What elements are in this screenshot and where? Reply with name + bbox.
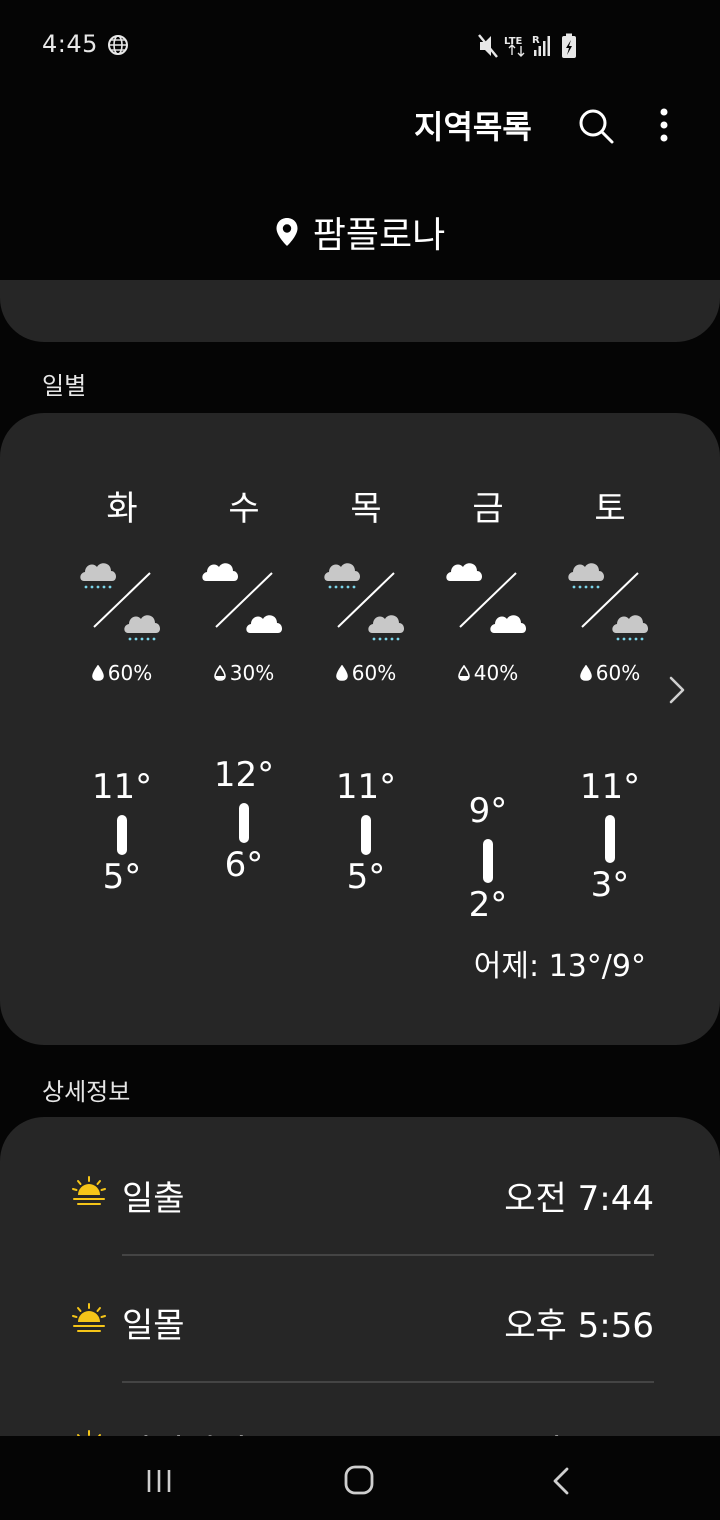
day-column[interactable]: 화 60% 11° 5° xyxy=(62,413,182,1045)
detail-label: 일출 xyxy=(122,1179,185,1219)
back-icon[interactable] xyxy=(550,1466,572,1496)
divider xyxy=(122,1381,654,1383)
more-vertical-icon[interactable] xyxy=(648,104,680,148)
detail-label: 일몰 xyxy=(122,1306,185,1346)
detail-row-sunrise: 일출 오전 7:44 xyxy=(0,1153,720,1233)
temperature-range-bar xyxy=(239,803,249,843)
day-name: 화 xyxy=(106,489,138,529)
navigation-bar xyxy=(0,1436,720,1520)
rain-cloud-icon xyxy=(324,563,405,641)
low-temperature: 5° xyxy=(102,857,142,897)
rain-cloud-icon xyxy=(80,563,161,641)
precipitation-chance: 60% xyxy=(62,661,182,685)
rain-cloud-icon xyxy=(568,563,649,641)
temperature-range-bar xyxy=(605,815,615,863)
raindrop-icon xyxy=(213,665,226,681)
daily-section-label: 일별 xyxy=(42,372,87,400)
day-name: 금 xyxy=(472,489,504,529)
high-temperature: 9° xyxy=(468,791,508,831)
daily-forecast-card[interactable]: 토 60% 11° 3° 금 40% 9° 2° 목 60% 11° 5° 수 30% 12° 6° 화 60% 1… xyxy=(0,413,720,1045)
temperature-range-bar xyxy=(117,815,127,855)
svg-text:R: R xyxy=(532,35,540,46)
current-location[interactable]: 팜플로나 xyxy=(0,204,720,260)
low-temperature: 3° xyxy=(590,865,630,905)
signal-icon: R xyxy=(532,35,550,56)
location-list-title[interactable]: 지역목록 xyxy=(414,102,532,148)
temperature-range-bar xyxy=(361,815,371,855)
low-temperature: 2° xyxy=(468,885,508,925)
current-weather-card[interactable] xyxy=(0,280,720,342)
detail-value: 오전 7:44 xyxy=(504,1179,654,1219)
day-name: 목 xyxy=(350,489,382,529)
cloud-icon xyxy=(446,563,527,633)
precipitation-value: 30% xyxy=(229,661,275,685)
details-section-label: 상세정보 xyxy=(42,1078,131,1106)
details-card: 일출 오전 7:44 일몰 오후 5:56 자외선지수 낮음 (1) xyxy=(0,1117,720,1477)
raindrop-icon xyxy=(579,665,592,681)
globe-icon xyxy=(108,35,128,55)
low-temperature: 6° xyxy=(224,845,264,885)
day-column[interactable]: 수 30% 12° 6° xyxy=(184,413,304,1045)
precipitation-chance: 60% xyxy=(306,661,426,685)
detail-value: 오후 5:56 xyxy=(504,1306,654,1346)
precipitation-chance: 60% xyxy=(550,661,670,685)
home-icon[interactable] xyxy=(343,1464,375,1496)
chevron-right-icon[interactable] xyxy=(664,675,690,705)
yesterday-temperature: 어제: 13°/9° xyxy=(473,949,646,984)
temperature-range-bar xyxy=(483,839,493,883)
lte-icon: LTE xyxy=(504,36,525,57)
raindrop-icon xyxy=(335,665,348,681)
precipitation-value: 60% xyxy=(107,661,153,685)
divider xyxy=(122,1254,654,1256)
sunrise-icon xyxy=(72,1176,106,1205)
precipitation-value: 40% xyxy=(473,661,519,685)
precipitation-value: 60% xyxy=(351,661,397,685)
status-bar: 4:45 LTE R xyxy=(0,0,720,90)
precipitation-value: 60% xyxy=(595,661,641,685)
sunset-icon xyxy=(72,1303,106,1332)
location-pin-icon xyxy=(276,218,298,246)
precipitation-chance: 40% xyxy=(428,661,548,685)
location-name: 팜플로나 xyxy=(312,215,446,256)
battery-charging-icon xyxy=(562,33,576,58)
detail-row-sunset: 일몰 오후 5:56 xyxy=(0,1280,720,1360)
low-temperature: 5° xyxy=(346,857,386,897)
raindrop-icon xyxy=(457,665,470,681)
high-temperature: 11° xyxy=(335,767,397,807)
high-temperature: 11° xyxy=(579,767,641,807)
raindrop-icon xyxy=(91,665,104,681)
search-icon[interactable] xyxy=(574,104,618,148)
day-name: 토 xyxy=(594,489,626,529)
day-name: 수 xyxy=(228,489,260,529)
precipitation-chance: 30% xyxy=(184,661,304,685)
day-column[interactable]: 목 60% 11° 5° xyxy=(306,413,426,1045)
status-time: 4:45 xyxy=(42,30,98,58)
high-temperature: 12° xyxy=(213,755,275,795)
mute-icon xyxy=(478,34,498,58)
high-temperature: 11° xyxy=(91,767,153,807)
cloud-icon xyxy=(202,563,283,633)
recent-apps-icon[interactable] xyxy=(145,1468,173,1494)
status-indicators: LTE R xyxy=(478,33,576,58)
